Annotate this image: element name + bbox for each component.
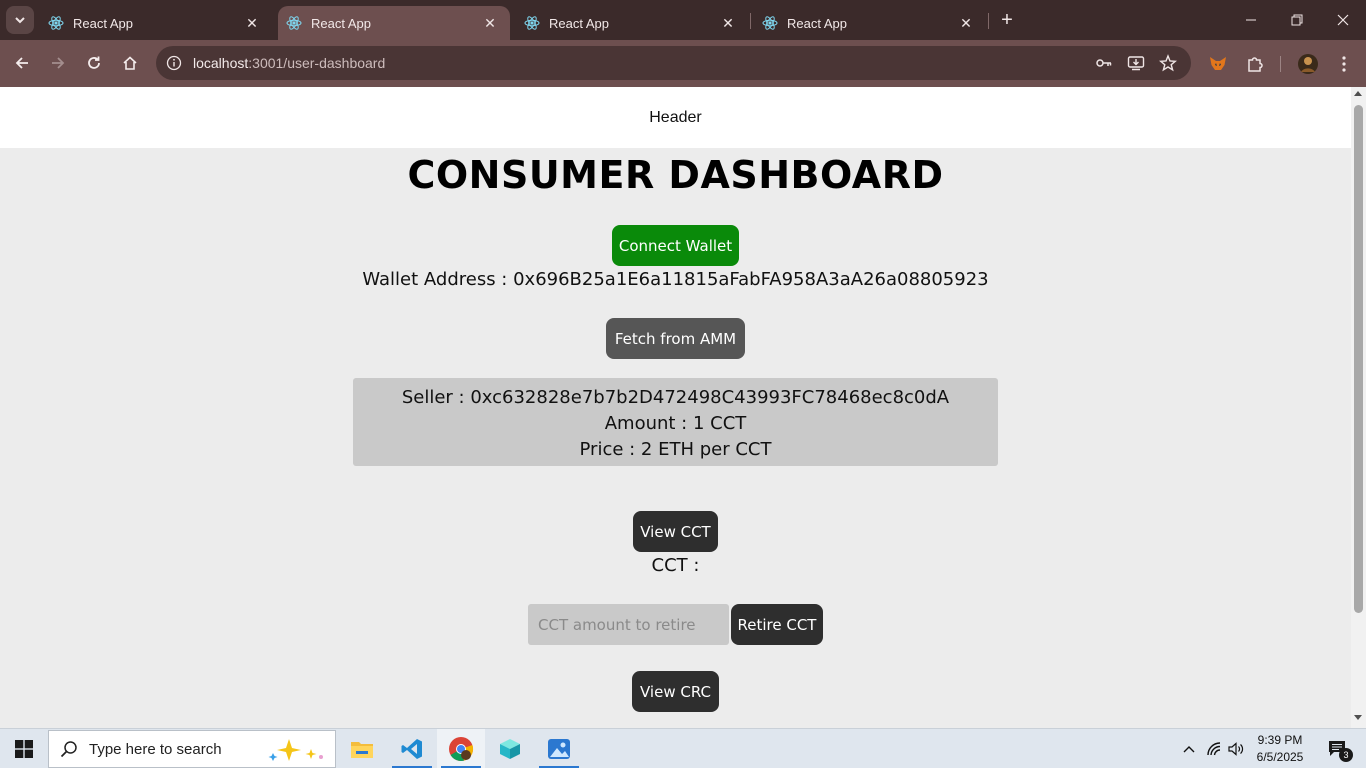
metamask-fox-icon[interactable] (1206, 52, 1230, 76)
scroll-thumb[interactable] (1354, 105, 1363, 613)
tab-separator (750, 13, 751, 29)
browser-tab[interactable]: React App ✕ (516, 6, 748, 40)
bookmark-star-icon[interactable] (1158, 53, 1178, 73)
amm-listing-card: Seller : 0xc632828e7b7b2D472498C43993FC7… (353, 378, 998, 466)
scroll-up-arrow-icon[interactable] (1354, 91, 1362, 96)
vscode-icon[interactable] (388, 729, 436, 768)
browser-tab[interactable]: React App ✕ (754, 6, 986, 40)
browser-toolbar: localhost:3001/user-dashboard (0, 40, 1366, 87)
close-icon[interactable]: ✕ (480, 13, 500, 33)
url-text[interactable]: localhost:3001/user-dashboard (193, 55, 385, 71)
search-placeholder: Type here to search (89, 740, 222, 758)
close-icon[interactable]: ✕ (718, 13, 738, 33)
page-title: CONSUMER DASHBOARD (407, 153, 944, 197)
forward-arrow-icon[interactable] (43, 48, 73, 78)
profile-avatar[interactable] (1296, 52, 1320, 76)
notification-count-badge: 3 (1339, 748, 1353, 762)
tab-title: React App (311, 15, 371, 31)
chrome-icon[interactable] (437, 729, 485, 768)
install-app-icon[interactable] (1126, 53, 1146, 73)
clock-time: 9:39 PM (1257, 733, 1303, 747)
chevron-down-icon (15, 17, 25, 24)
minimize-icon[interactable] (1228, 0, 1274, 40)
view-cct-button[interactable]: View CCT (633, 511, 718, 552)
browser-tab-active[interactable]: React App ✕ (278, 6, 510, 40)
wifi-icon[interactable] (1203, 729, 1225, 768)
url-path: :3001/user-dashboard (248, 55, 386, 71)
retire-amount-input[interactable] (528, 604, 729, 645)
close-icon[interactable]: ✕ (956, 13, 976, 33)
page-viewport: Header CONSUMER DASHBOARD Connect Wallet… (0, 87, 1351, 728)
react-icon (524, 15, 540, 31)
3d-cube-app-icon[interactable] (486, 729, 534, 768)
wallet-address-text: Wallet Address : 0x696B25a1E6a11815aFabF… (362, 269, 989, 290)
window-close-icon[interactable] (1320, 0, 1366, 40)
extensions-puzzle-icon[interactable] (1243, 52, 1267, 76)
page-scrollbar[interactable] (1351, 87, 1366, 728)
taskbar-search-box[interactable]: Type here to search (48, 730, 336, 768)
tab-title: React App (549, 15, 609, 31)
tab-search-menu-button[interactable] (6, 6, 34, 34)
show-hidden-icons-chevron-icon[interactable] (1178, 729, 1200, 768)
url-host: localhost (193, 55, 249, 71)
listing-price: Price : 2 ETH per CCT (579, 439, 772, 460)
listing-amount: Amount : 1 CCT (604, 413, 747, 434)
view-crc-button[interactable]: View CRC (632, 671, 719, 712)
app-header: Header (0, 87, 1351, 148)
header-text: Header (649, 108, 702, 126)
tab-separator (988, 13, 989, 29)
photos-app-icon[interactable] (535, 729, 583, 768)
react-icon (48, 15, 64, 31)
connect-wallet-button[interactable]: Connect Wallet (612, 225, 739, 266)
toolbar-divider (1280, 56, 1281, 72)
file-explorer-icon[interactable] (338, 729, 386, 768)
scroll-down-arrow-icon[interactable] (1354, 715, 1362, 720)
more-menu-icon[interactable] (1332, 52, 1356, 76)
address-bar[interactable]: localhost:3001/user-dashboard (156, 46, 1191, 80)
tab-title: React App (787, 15, 847, 31)
sparkle-icon (265, 737, 327, 768)
password-key-icon[interactable] (1094, 53, 1114, 73)
react-icon (286, 15, 302, 31)
site-info-icon[interactable] (164, 53, 184, 73)
retire-cct-button[interactable]: Retire CCT (731, 604, 823, 645)
windows-taskbar: Type here to search 9:39 PM 6/5/2025 3 (0, 728, 1366, 768)
fetch-from-amm-button[interactable]: Fetch from AMM (606, 318, 745, 359)
restore-icon[interactable] (1274, 0, 1320, 40)
notification-center-icon[interactable]: 3 (1318, 729, 1358, 768)
volume-icon[interactable] (1225, 729, 1247, 768)
close-icon[interactable]: ✕ (242, 13, 262, 33)
new-tab-plus-icon[interactable]: + (995, 8, 1019, 32)
listing-seller: Seller : 0xc632828e7b7b2D472498C43993FC7… (401, 387, 950, 408)
react-icon (762, 15, 778, 31)
clock-date: 6/5/2025 (1256, 750, 1304, 764)
taskbar-clock[interactable]: 9:39 PM 6/5/2025 (1248, 732, 1312, 766)
reload-icon[interactable] (79, 48, 109, 78)
back-arrow-icon[interactable] (7, 48, 37, 78)
tab-title: React App (73, 15, 133, 31)
home-icon[interactable] (115, 48, 145, 78)
windows-start-icon[interactable] (0, 729, 48, 768)
search-icon (49, 740, 89, 758)
browser-tab-bar: React App ✕ React App ✕ React App ✕ Reac… (0, 0, 1366, 40)
cct-balance-text: CCT : (651, 555, 700, 576)
browser-tab[interactable]: React App ✕ (40, 6, 272, 40)
